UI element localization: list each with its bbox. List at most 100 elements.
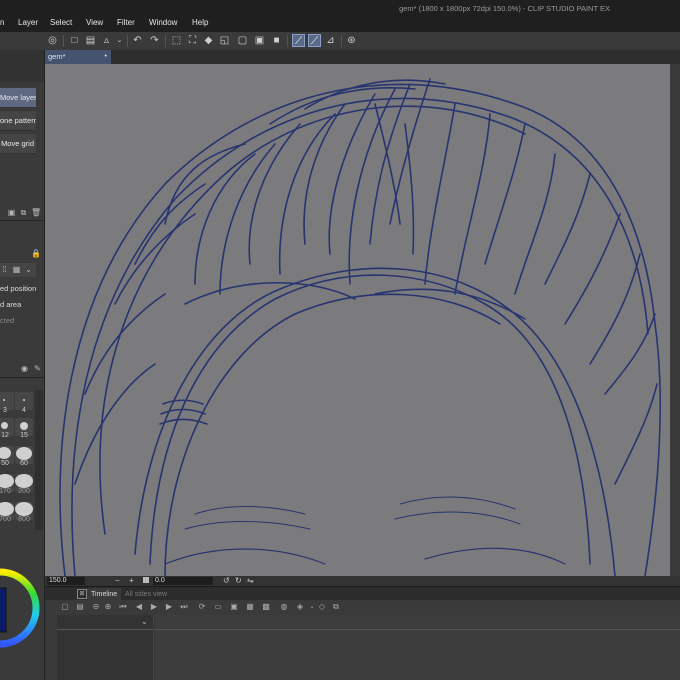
last-frame-icon[interactable]: ⏭ [179, 602, 189, 612]
sub-tool-move-grid[interactable]: Move grid [0, 134, 36, 154]
menu-item-layer[interactable]: Layer [18, 18, 38, 27]
chevron-down-icon[interactable]: ⌄ [113, 34, 126, 47]
selection-clear-icon[interactable]: ⬚ [170, 34, 183, 47]
timeline-tab-bar: ⊠ Timeline All sides view [45, 586, 680, 601]
zoom-out-icon[interactable]: ⊖ [91, 602, 101, 612]
keyframe-icon[interactable]: ◈ [295, 602, 305, 612]
undo-icon[interactable]: ↶ [131, 34, 144, 47]
fill-selection-icon[interactable]: ▣ [253, 34, 266, 47]
menu-bar: n Layer Select View Filter Window Help [0, 16, 680, 32]
grid-icon[interactable]: ⁞⁞ [0, 265, 9, 274]
timeline-settings-icon[interactable]: ▤ [75, 602, 85, 612]
tool-property-icons: ⁞⁞ ▦ ⌄ [0, 263, 36, 277]
menu-item-filter[interactable]: Filter [117, 18, 135, 27]
chevron-down-icon[interactable]: ⌄ [141, 617, 148, 626]
duplicate-sub-tool-icon[interactable]: ⧉ [19, 208, 28, 217]
zoom-out-icon[interactable]: − [115, 576, 120, 585]
chevron-down-icon[interactable]: ⌄ [24, 265, 33, 274]
loop-icon[interactable]: ⟳ [197, 602, 207, 612]
snap-grid-icon[interactable]: ⊿ [324, 34, 337, 47]
chevron-down-icon[interactable]: ⌄ [307, 602, 317, 612]
hair-strand [348, 88, 396, 285]
zoom-in-icon[interactable]: ⊕ [103, 602, 113, 612]
brush-size-palette: 3 4 12 15 50 60 170 200 700 800 [0, 390, 44, 535]
lock-icon[interactable]: 🔒 [31, 249, 41, 258]
wrench-icon[interactable]: ✎ [33, 364, 42, 373]
transform-icon[interactable]: ◱ [218, 34, 231, 47]
canvas[interactable] [45, 64, 670, 576]
first-frame-icon[interactable]: ⏮ [118, 602, 128, 612]
timeline-frames[interactable] [155, 615, 680, 680]
brush-size-value: 4 [22, 407, 26, 414]
hair-strand [84, 293, 166, 395]
sketch-drawing [59, 78, 661, 576]
rotate-right-icon[interactable]: ↻ [235, 576, 242, 585]
fill-icon[interactable]: ◆ [202, 34, 215, 47]
color-wheel[interactable] [0, 548, 40, 668]
settings-icon[interactable]: ◉ [20, 364, 29, 373]
menu-item-view[interactable]: View [86, 18, 103, 27]
invert-selection-icon[interactable]: ▢ [236, 34, 249, 47]
window-title: gem* (1800 x 1800px 72dpi 150.0%) - CLIP… [399, 4, 610, 13]
keyframe-edit-icon[interactable]: ◇ [317, 602, 327, 612]
help-icon[interactable]: ⊛ [345, 34, 358, 47]
brush-size-value: 700 [0, 516, 11, 523]
delete-cel-icon[interactable]: ▩ [261, 602, 271, 612]
previous-frame-icon[interactable]: ◀ [134, 602, 144, 612]
hair-strand [454, 113, 491, 295]
delete-sub-tool-icon[interactable]: 🗑 [31, 208, 41, 217]
hair-outline [59, 83, 661, 576]
new-file-icon[interactable]: □ [68, 34, 81, 47]
panel-divider [0, 377, 44, 378]
new-animation-folder-icon[interactable]: ▭ [213, 602, 223, 612]
snap-special-ruler-icon[interactable]: ⟋ [308, 34, 321, 47]
crop-icon[interactable]: ■ [270, 34, 283, 47]
clip-studio-icon[interactable]: ◎ [46, 34, 59, 47]
rotate-left-icon[interactable]: ↺ [223, 576, 230, 585]
save-icon[interactable]: ▵ [100, 34, 113, 47]
angle-slider-handle[interactable] [143, 577, 149, 583]
open-file-icon[interactable]: ▤ [84, 34, 97, 47]
new-cel-icon[interactable]: ▣ [229, 602, 239, 612]
flip-icon[interactable]: ⇋ [247, 576, 254, 585]
selection-crop-icon[interactable]: ⛶ [186, 34, 199, 47]
redo-icon[interactable]: ↷ [148, 34, 161, 47]
sub-tool-settings-icon[interactable]: ▣ [7, 208, 16, 217]
menu-item-select[interactable]: Select [50, 18, 72, 27]
canvas-vertical-scrollbar[interactable] [670, 64, 680, 576]
command-bar: ◎ □ ▤ ▵ ⌄ ↶ ↷ ⬚ ⛶ ◆ ◱ ▢ ▣ ■ ⟋ ⟋ ⊿ ⊛ [0, 32, 680, 51]
property-label: d area [0, 300, 22, 309]
next-frame-icon[interactable]: ▶ [164, 602, 174, 612]
color-square[interactable] [0, 588, 6, 632]
brush-size-value: 3 [3, 407, 7, 414]
sub-tool-move-tone-pattern[interactable]: one pattern [0, 111, 36, 131]
menu-item-help[interactable]: Help [192, 18, 208, 27]
grid-icon[interactable]: ▦ [12, 265, 21, 274]
toolbar-separator [127, 35, 128, 47]
play-icon[interactable]: ▶ [149, 602, 159, 612]
onion-skin-icon[interactable]: ◍ [279, 602, 289, 612]
hair-strand [424, 103, 456, 285]
tab-label: gem* [48, 52, 66, 61]
brush-size-value: 50 [1, 460, 9, 467]
property-label: ed position [0, 284, 37, 293]
specify-cels-icon[interactable]: ▦ [245, 602, 255, 612]
sub-tool-move-layer[interactable]: Move layer [0, 88, 36, 108]
tab-gem[interactable]: gem* • [45, 50, 111, 64]
menu-item-window[interactable]: Window [149, 18, 177, 27]
new-timeline-icon[interactable]: ▢ [60, 602, 70, 612]
angle-field[interactable]: 0.0 [153, 577, 213, 585]
zoom-in-icon[interactable]: + [129, 576, 134, 585]
hair-strand [589, 253, 641, 365]
brush-size-scrollbar[interactable] [35, 390, 43, 530]
brush-size-value: 12 [1, 432, 9, 439]
timeline-track-list: ⌄ [57, 615, 154, 680]
timeline-body: ⌄ [45, 615, 680, 680]
menu-item-animation[interactable]: n [0, 18, 4, 27]
key-copy-icon[interactable]: ⧉ [331, 602, 341, 612]
hair-strand [219, 143, 276, 295]
snap-ruler-icon[interactable]: ⟋ [292, 34, 305, 47]
hair-clip [162, 399, 204, 405]
zoom-field[interactable]: 150.0 [47, 577, 85, 585]
timeline-panel-icon[interactable]: ⊠ [77, 589, 87, 599]
